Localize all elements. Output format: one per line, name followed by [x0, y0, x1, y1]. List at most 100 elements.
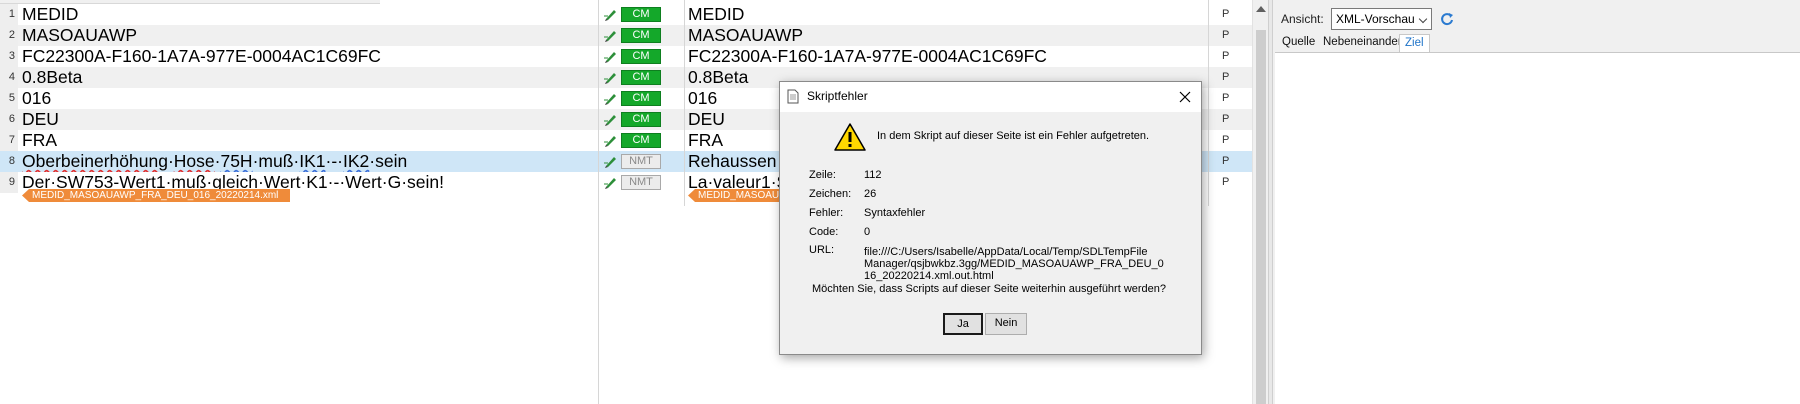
segment-row[interactable]: 2 MASOAUAWP CM MASOAUAWP P [0, 25, 1268, 46]
column-divider [1208, 0, 1209, 206]
field-label: Fehler: [809, 207, 844, 219]
pencil-icon [604, 157, 616, 168]
segment-number: 8 [0, 151, 18, 172]
status-badge: CM [621, 49, 661, 64]
tab-nebeneinander[interactable]: Nebeneinander [1318, 34, 1407, 52]
source-word: IK1 [299, 151, 326, 171]
status-badge: CM [621, 112, 661, 127]
source-word: Oberbeinerhöhung [22, 151, 168, 171]
status-badge: NMT [621, 154, 661, 169]
source-word: ·muß· [252, 151, 300, 171]
script-error-dialog[interactable]: Skriptfehler In dem Skript auf dieser Se… [779, 81, 1202, 355]
field-value-url-1: file:///C:/Users/Isabelle/AppData/Local/… [864, 246, 1148, 258]
pencil-icon [604, 52, 616, 63]
lock-indicator: P [1222, 92, 1230, 104]
lock-indicator: P [1222, 71, 1230, 83]
status-badge: CM [621, 7, 661, 22]
source-cell[interactable]: DEU [22, 109, 592, 130]
dialog-title: Skriptfehler [807, 89, 868, 103]
status-badge: CM [621, 133, 661, 148]
segment-number: 4 [0, 67, 18, 88]
source-cell[interactable]: MEDID [22, 4, 592, 25]
file-tag-target[interactable]: MEDID_MASOAUAWP [688, 189, 783, 202]
tab-ziel[interactable]: Ziel [1399, 34, 1430, 52]
scroll-thumb[interactable] [1256, 30, 1266, 404]
chevron-down-icon [1418, 14, 1428, 24]
dialog-titlebar[interactable]: Skriptfehler [780, 82, 1201, 112]
document-icon [787, 89, 799, 104]
field-label: Code: [809, 226, 839, 238]
segment-number: 1 [0, 4, 18, 25]
segment-row[interactable]: 3 FC22300A-F160-1A7A-977E-0004AC1C69FC C… [0, 46, 1268, 67]
field-value-url-2: Manager/qsjbwkbz.3gg/MEDID_MASOAUAWP_FRA… [864, 258, 1164, 270]
preview-pane: Ansicht: XML-Vorschau Quelle Nebeneinand… [1273, 0, 1800, 404]
field-label: Zeile: [809, 169, 836, 181]
target-cell[interactable]: MASOAUAWP [688, 25, 1208, 46]
status-badge: CM [621, 91, 661, 106]
pencil-icon [604, 136, 616, 147]
segment-number: 2 [0, 25, 18, 46]
lock-indicator: P [1222, 50, 1230, 62]
source-cell[interactable]: MASOAUAWP [22, 25, 592, 46]
segment-number: 9 [0, 172, 18, 193]
yes-button[interactable]: Ja [943, 313, 983, 335]
status-badge: CM [621, 70, 661, 85]
view-label: Ansicht: [1281, 12, 1324, 26]
view-select[interactable]: XML-Vorschau [1331, 8, 1432, 30]
source-word: Hose [173, 151, 215, 171]
preview-content[interactable] [1275, 52, 1800, 404]
lock-indicator: P [1222, 176, 1230, 188]
column-divider [684, 0, 685, 206]
pencil-icon [604, 94, 616, 105]
segment-number: 6 [0, 109, 18, 130]
close-icon[interactable] [1175, 87, 1195, 107]
lock-indicator: P [1222, 155, 1230, 167]
dialog-question: Möchten Sie, dass Scripts auf dieser Sei… [812, 283, 1167, 295]
status-badge: NMT [621, 175, 661, 190]
source-cell[interactable]: 016 [22, 88, 592, 109]
field-value-url-3: 16_20220214.xml.out.html [864, 270, 994, 282]
file-tag-target-row: MEDID_MASOAUAWP [688, 189, 788, 203]
scroll-up-arrow-icon[interactable] [1256, 6, 1266, 12]
field-value-line: 112 [864, 169, 882, 181]
warning-icon [834, 123, 866, 151]
lock-indicator: P [1222, 134, 1230, 146]
pencil-icon [604, 31, 616, 42]
target-cell[interactable]: MEDID [688, 4, 1208, 25]
pencil-icon [604, 115, 616, 126]
pencil-icon [604, 178, 616, 189]
lock-indicator: P [1222, 113, 1230, 125]
field-value-error: Syntaxfehler [864, 207, 926, 219]
file-tag-source-row: MEDID_MASOAUAWP_FRA_DEU_016_20220214.xml [22, 189, 292, 203]
field-label: Zeichen: [809, 188, 852, 200]
lock-indicator: P [1222, 8, 1230, 20]
file-tag-source[interactable]: MEDID_MASOAUAWP_FRA_DEU_016_20220214.xml [22, 189, 290, 202]
source-word: IK2 [343, 151, 370, 171]
vertical-scrollbar[interactable] [1252, 0, 1268, 404]
source-cell[interactable]: FC22300A-F160-1A7A-977E-0004AC1C69FC [22, 46, 592, 67]
column-divider [598, 0, 599, 404]
lock-indicator: P [1222, 29, 1230, 41]
source-cell[interactable]: FRA [22, 130, 592, 151]
no-button[interactable]: Nein [985, 313, 1027, 335]
refresh-icon[interactable] [1440, 12, 1454, 26]
tab-quelle[interactable]: Quelle [1277, 34, 1320, 52]
source-word: ·-· [325, 151, 343, 171]
source-cell[interactable]: Oberbeinerhöhung·Hose·75H·muß·IK1·-·IK2·… [22, 151, 592, 172]
source-word: 75H [220, 151, 253, 171]
segment-number: 7 [0, 130, 18, 151]
pencil-icon [604, 73, 616, 84]
segment-row[interactable]: 1 MEDID CM MEDID P [0, 4, 1268, 25]
view-select-value: XML-Vorschau [1336, 12, 1415, 26]
pencil-icon [604, 10, 616, 21]
source-word: ·sein [369, 151, 408, 171]
error-message: In dem Skript auf dieser Seite ist ein F… [877, 130, 1150, 142]
target-cell[interactable]: FC22300A-F160-1A7A-977E-0004AC1C69FC [688, 46, 1208, 67]
status-badge: CM [621, 28, 661, 43]
field-value-code: 0 [864, 226, 871, 238]
field-label: URL: [809, 244, 835, 256]
field-value-char: 26 [864, 188, 877, 200]
segment-number: 5 [0, 88, 18, 109]
source-cell[interactable]: 0.8Beta [22, 67, 592, 88]
segment-number: 3 [0, 46, 18, 67]
